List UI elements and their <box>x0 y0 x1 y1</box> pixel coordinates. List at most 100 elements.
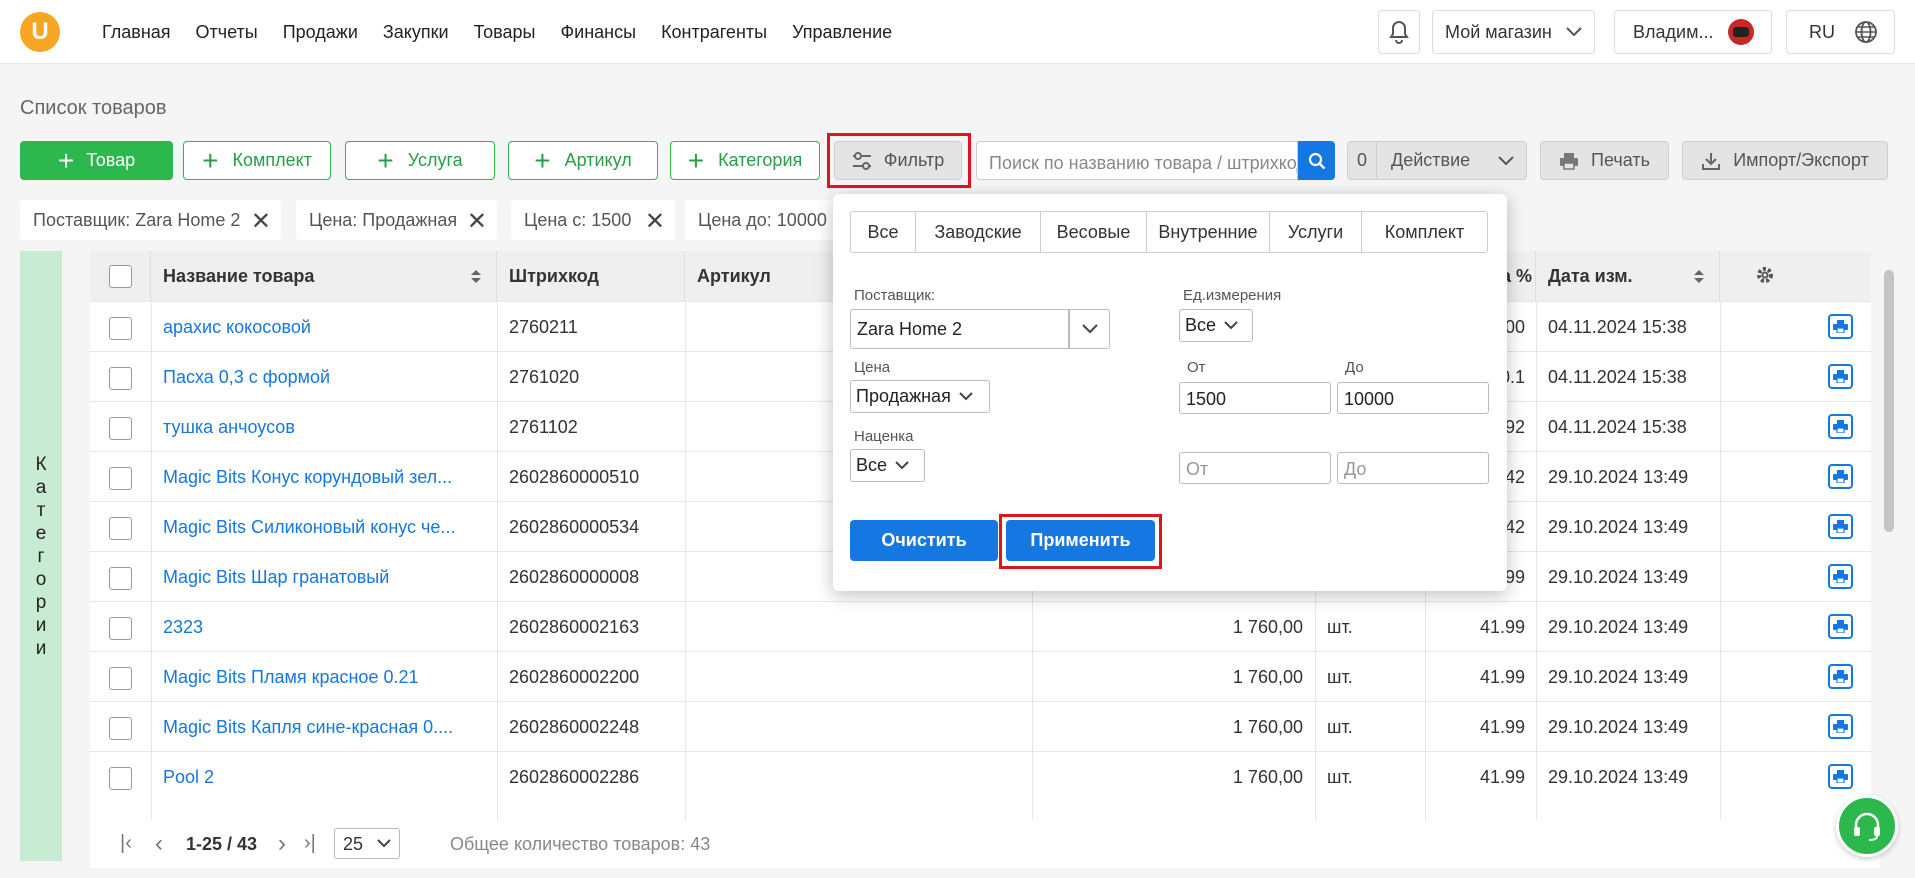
print-row-button[interactable] <box>1828 564 1853 589</box>
tab-services[interactable]: Услуги <box>1270 212 1362 252</box>
product-name-link[interactable]: Magic Bits Шар гранатовый <box>163 552 493 602</box>
column-header-date[interactable]: Дата изм. <box>1536 251 1720 301</box>
add-category-button[interactable]: + Категория <box>670 141 820 180</box>
categories-letter: о <box>35 568 47 590</box>
close-icon[interactable]: ✕ <box>467 207 487 236</box>
product-name-link[interactable]: арахис кокосовой <box>163 302 493 352</box>
add-article-button[interactable]: + Артикул <box>508 141 658 180</box>
support-chat-button[interactable] <box>1836 795 1898 857</box>
nav-item-reports[interactable]: Отчеты <box>196 22 258 43</box>
price-from-input[interactable]: 1500 <box>1179 382 1331 414</box>
date-cell: 29.10.2024 13:49 <box>1548 667 1689 687</box>
table-row[interactable]: Magic Bits Пламя красное 0.21 26028600022… <box>90 651 1871 701</box>
tab-kit[interactable]: Комплект <box>1362 212 1487 252</box>
date-cell: 29.10.2024 13:49 <box>1548 467 1689 487</box>
product-name-link[interactable]: 2323 <box>163 602 493 652</box>
row-checkbox[interactable] <box>109 567 132 590</box>
row-checkbox[interactable] <box>109 417 132 440</box>
supplier-field[interactable]: Zara Home 2 <box>850 309 1069 349</box>
table-row[interactable]: 2323 2602860002163 1 760,00 шт. 41.99 29.10.2… <box>90 601 1871 651</box>
categories-panel-toggle[interactable]: Категории <box>20 251 62 861</box>
product-name-link[interactable]: Magic Bits Силиконовый конус че... <box>163 502 493 552</box>
add-service-button[interactable]: + Услуга <box>345 141 495 180</box>
nav-item-products[interactable]: Товары <box>474 22 536 43</box>
language-select[interactable]: RU <box>1786 10 1895 54</box>
unit-cell: шт. <box>1327 667 1353 687</box>
markup-select[interactable]: Все <box>850 449 925 482</box>
print-button[interactable]: Печать <box>1540 141 1669 180</box>
row-checkbox[interactable] <box>109 467 132 490</box>
nav-item-finance[interactable]: Финансы <box>560 22 636 43</box>
product-name-link[interactable]: Pool 2 <box>163 752 493 802</box>
markup-to-input[interactable]: До <box>1337 452 1489 484</box>
notifications-button[interactable] <box>1378 10 1420 54</box>
next-page-icon[interactable]: › <box>278 830 286 858</box>
import-export-button[interactable]: Импорт/Экспорт <box>1682 141 1888 180</box>
markup-from-input[interactable]: От <box>1179 452 1331 484</box>
nav-item-contractors[interactable]: Контрагенты <box>661 22 767 43</box>
tab-factory[interactable]: Заводские <box>916 212 1041 252</box>
row-checkbox[interactable] <box>109 517 132 540</box>
store-select[interactable]: Мой магазин <box>1432 10 1595 54</box>
page-size-select[interactable]: 25 <box>334 828 400 859</box>
add-product-button[interactable]: + Товар <box>20 141 173 180</box>
print-row-button[interactable] <box>1828 364 1853 389</box>
scrollbar-thumb[interactable] <box>1884 270 1894 532</box>
print-row-button[interactable] <box>1828 664 1853 689</box>
last-page-icon[interactable]: ›| <box>304 832 316 855</box>
column-header-settings[interactable] <box>1720 251 1871 301</box>
printer-icon <box>1833 370 1848 383</box>
row-checkbox[interactable] <box>109 617 132 640</box>
nav-item-sales[interactable]: Продажи <box>283 22 358 43</box>
prev-page-icon[interactable]: ‹ <box>155 830 163 858</box>
supplier-dropdown-button[interactable] <box>1069 309 1110 349</box>
print-row-button[interactable] <box>1828 514 1853 539</box>
clear-button[interactable]: Очистить <box>850 520 998 561</box>
select-all-checkbox[interactable] <box>109 265 132 288</box>
print-row-button[interactable] <box>1828 464 1853 489</box>
product-name-link[interactable]: Пасха 0,3 с формой <box>163 352 493 402</box>
user-menu[interactable]: Владим... <box>1614 10 1772 54</box>
nav-item-management[interactable]: Управление <box>792 22 892 43</box>
print-row-button[interactable] <box>1828 414 1853 439</box>
tab-internal[interactable]: Внутренние <box>1147 212 1270 252</box>
nav-item-purchases[interactable]: Закупки <box>383 22 449 43</box>
print-row-button[interactable] <box>1828 714 1853 739</box>
row-checkbox[interactable] <box>109 717 132 740</box>
search-button[interactable] <box>1298 141 1335 180</box>
close-icon[interactable]: ✕ <box>645 207 665 236</box>
table-row[interactable]: Magic Bits Капля сине-красная 0.... 26028… <box>90 701 1871 751</box>
product-name-link[interactable]: Magic Bits Капля сине-красная 0.... <box>163 702 493 752</box>
row-checkbox[interactable] <box>109 317 132 340</box>
filter-chip-price-from: Цена с: 1500 ✕ <box>511 200 675 240</box>
table-row[interactable]: Pool 2 2602860002286 1 760,00 шт. 41.99 29.10… <box>90 751 1871 801</box>
sort-icon <box>1694 270 1704 283</box>
chevron-down-icon <box>1082 324 1098 334</box>
price-to-input[interactable]: 10000 <box>1337 382 1489 414</box>
row-checkbox[interactable] <box>109 367 132 390</box>
product-name-link[interactable]: Magic Bits Конус корундовый зел... <box>163 452 493 502</box>
row-checkbox[interactable] <box>109 767 132 790</box>
add-kit-button[interactable]: + Комплект <box>183 141 331 180</box>
column-header-name[interactable]: Название товара <box>151 251 497 301</box>
tab-all[interactable]: Все <box>851 212 916 252</box>
printer-icon <box>1833 670 1848 683</box>
nav-item-home[interactable]: Главная <box>102 22 171 43</box>
product-name-link[interactable]: тушка анчоусов <box>163 402 493 452</box>
print-row-button[interactable] <box>1828 614 1853 639</box>
row-checkbox[interactable] <box>109 667 132 690</box>
product-name-link[interactable]: Magic Bits Пламя красное 0.21 <box>163 652 493 702</box>
search-input[interactable]: Поиск по названию товара / штрихкоду <box>976 141 1298 180</box>
printer-icon <box>1833 520 1848 533</box>
close-icon[interactable]: ✕ <box>251 207 271 236</box>
first-page-icon[interactable]: |‹ <box>120 832 132 855</box>
chip-label: Цена до: 10000 <box>698 209 827 230</box>
print-row-button[interactable] <box>1828 314 1853 339</box>
price-type-select[interactable]: Продажная <box>850 380 990 413</box>
action-dropdown[interactable]: Действие <box>1376 141 1527 180</box>
logo[interactable]: U <box>20 12 60 52</box>
column-header-barcode[interactable]: Штрихкод <box>497 251 685 301</box>
tab-weight[interactable]: Весовые <box>1041 212 1147 252</box>
unit-select[interactable]: Все <box>1179 309 1253 342</box>
print-row-button[interactable] <box>1828 764 1853 789</box>
